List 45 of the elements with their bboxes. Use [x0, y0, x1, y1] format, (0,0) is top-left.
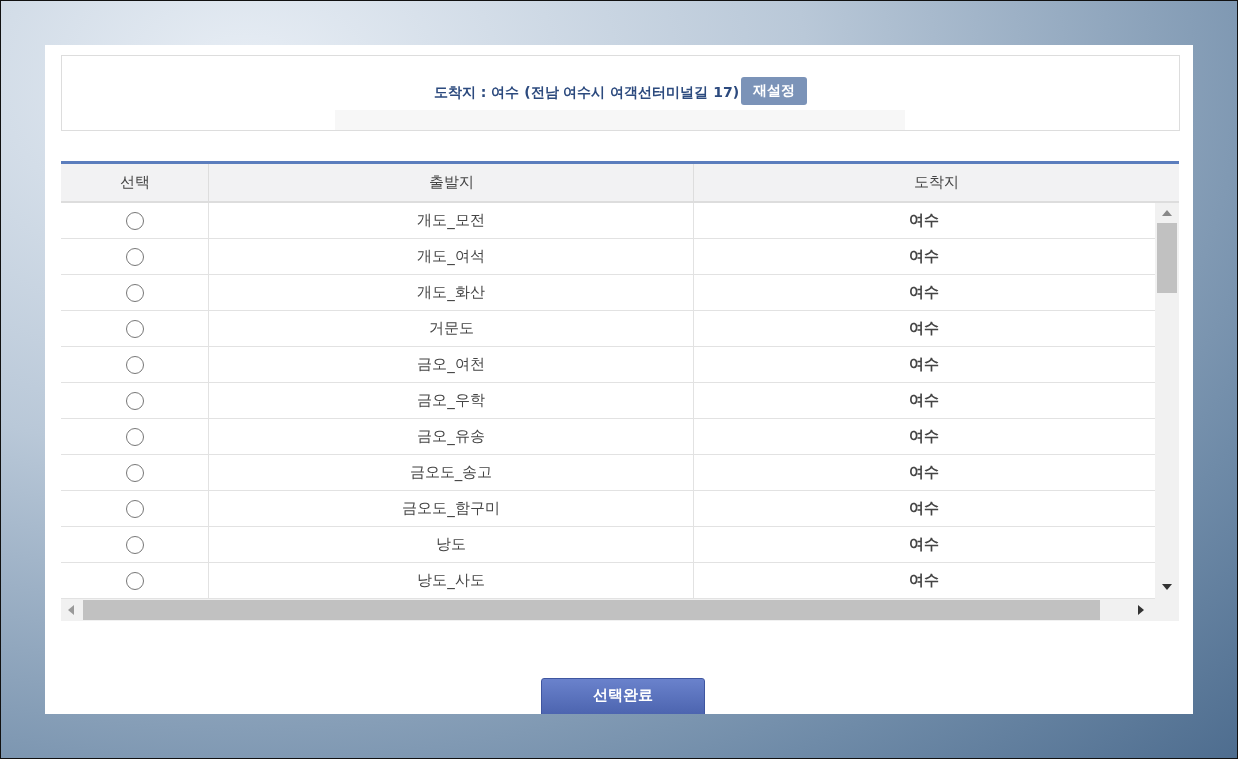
table-cell: 개도_모전	[208, 203, 693, 238]
table-cell: 금오도_함구미	[208, 491, 693, 526]
scroll-up-icon[interactable]	[1162, 209, 1172, 217]
table-cell: 여수	[693, 347, 1154, 382]
table-cell: 낭도	[208, 527, 693, 562]
table-cell: 금오_유송	[208, 419, 693, 454]
table-cell: 거문도	[208, 311, 693, 346]
table-cell: 여수	[693, 311, 1154, 346]
radio-button[interactable]	[125, 283, 144, 302]
radio-button[interactable]	[125, 247, 144, 266]
table-cell: 금오_여천	[208, 347, 693, 382]
radio-button[interactable]	[125, 535, 144, 554]
scrollbar-thumb[interactable]	[83, 600, 1100, 620]
table-cell: 여수	[693, 275, 1154, 310]
table-cell: 여수	[693, 563, 1154, 598]
table-cell: 낭도_사도	[208, 563, 693, 598]
table-cell: 여수	[693, 239, 1154, 274]
radio-button[interactable]	[125, 499, 144, 518]
table-cell: 금오도_송고	[208, 455, 693, 490]
table-cell: 여수	[693, 527, 1154, 562]
horizontal-scrollbar[interactable]	[61, 599, 1179, 621]
scroll-down-icon[interactable]	[1162, 583, 1172, 591]
vertical-scrollbar[interactable]	[1155, 203, 1179, 599]
radio-button[interactable]	[125, 391, 144, 410]
radio-button[interactable]	[125, 571, 144, 590]
confirm-button[interactable]: 선택완료	[540, 678, 705, 714]
scrollbar-thumb[interactable]	[1157, 223, 1177, 293]
column-header: 선택	[118, 172, 151, 193]
table-cell: 여수	[693, 203, 1154, 238]
table-cell: 금오_우학	[208, 383, 693, 418]
table-cell: 여수	[693, 455, 1154, 490]
table-cell: 여수	[693, 383, 1154, 418]
destination-label: 도착지 : 여수 (전남 여수시 여객선터미널길 17)	[433, 84, 740, 102]
column-header: 출발지	[208, 164, 693, 201]
table-cell: 개도_화산	[208, 275, 693, 310]
radio-button[interactable]	[125, 355, 144, 374]
column-header: 도착지	[693, 164, 1178, 201]
table-cell: 여수	[693, 419, 1154, 454]
radio-button[interactable]	[125, 211, 144, 230]
table-cell: 여수	[693, 491, 1154, 526]
radio-button[interactable]	[125, 463, 144, 482]
reset-button[interactable]: 재설정	[741, 77, 808, 105]
radio-button[interactable]	[125, 319, 144, 338]
radio-button[interactable]	[125, 427, 144, 446]
table-cell: 개도_여석	[208, 239, 693, 274]
